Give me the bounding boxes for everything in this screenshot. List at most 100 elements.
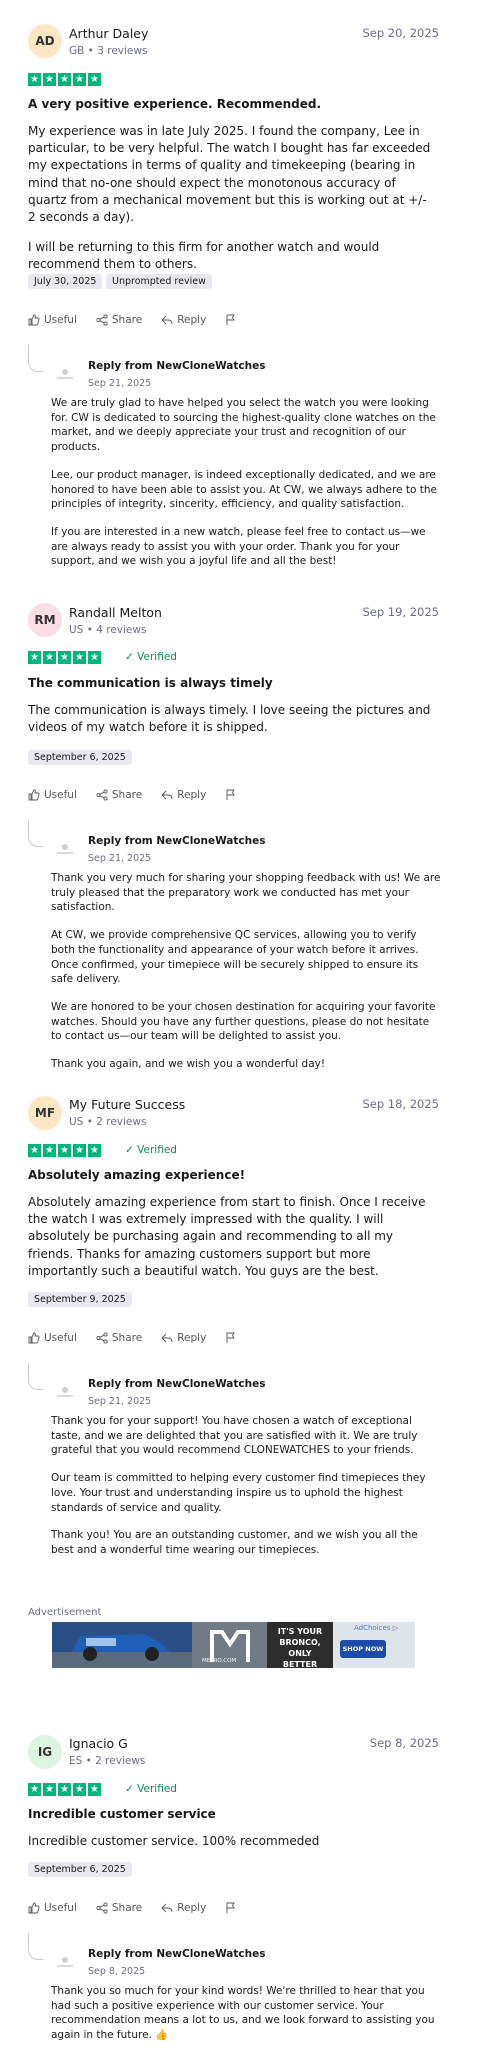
unprompted-review-badge[interactable]: Unprompted review [106, 274, 212, 289]
share-button[interactable]: Share [96, 1902, 142, 1914]
avatar[interactable]: AD [28, 24, 62, 58]
ad-headline: IT'S YOUR BRONCO, ONLY BETTER [270, 1626, 330, 1668]
useful-label: Useful [44, 1902, 77, 1914]
useful-label: Useful [44, 314, 77, 326]
reply-from-title: Reply from NewCloneWatches [88, 360, 266, 372]
verified-badge[interactable]: ✓ Verified [125, 1783, 177, 1795]
review-paragraph: My experience was in late July 2025. I f… [28, 124, 431, 225]
share-label: Share [111, 1332, 143, 1344]
reply-label: Reply [177, 1332, 207, 1344]
reply-connector [28, 1363, 43, 1390]
review-paragraph: The communication is always timely. I lo… [28, 703, 431, 735]
thumbs-up-icon [28, 789, 40, 801]
report-button[interactable] [225, 1902, 237, 1914]
date-of-experience-badge: September 6, 2025 [28, 1862, 132, 1877]
advertisement-banner[interactable]: IT'S YOUR BRONCO, ONLY BETTER METRO.COM … [52, 1622, 415, 1668]
reply-label: Reply [177, 789, 207, 801]
reply-connector [28, 820, 43, 847]
reply-paragraph: If you are interested in a new watch, pl… [51, 525, 426, 568]
review-actions: Useful Share Reply [28, 1332, 256, 1344]
reply-icon [161, 1333, 173, 1343]
share-label: Share [111, 314, 143, 326]
useful-button[interactable]: Useful [28, 1902, 77, 1914]
reply-from-title: Reply from NewCloneWatches [88, 835, 266, 847]
reply-body: We are truly glad to have helped you sel… [51, 396, 443, 569]
company-logo-icon [57, 1387, 73, 1397]
share-button[interactable]: Share [96, 314, 142, 326]
reply-icon [161, 1903, 173, 1913]
reply-date: Sep 21, 2025 [88, 853, 152, 864]
star-rating: ★ ★ ★ ★ ★ [28, 651, 101, 664]
ad-shop-now-button[interactable]: SHOP NOW [340, 1645, 386, 1653]
review-date: Sep 8, 2025 [369, 1736, 439, 1750]
useful-button[interactable]: Useful [28, 1332, 77, 1344]
share-button[interactable]: Share [96, 1332, 142, 1344]
reply-button[interactable]: Reply [161, 1332, 206, 1344]
reviewer-name[interactable]: Arthur Daley [69, 26, 148, 41]
avatar[interactable]: RM [28, 603, 62, 637]
star-rating: ★ ★ ★ ★ ★ [28, 73, 101, 86]
reply-button[interactable]: Reply [161, 1902, 206, 1914]
company-logo-icon [57, 369, 73, 379]
star-icon: ★ [58, 1783, 71, 1796]
review-title[interactable]: A very positive experience. Recommended. [28, 97, 321, 111]
useful-label: Useful [44, 789, 77, 801]
reply-date: Sep 8, 2025 [88, 1966, 146, 1977]
useful-button[interactable]: Useful [28, 314, 77, 326]
review-paragraph: Absolutely amazing experience from start… [28, 1195, 426, 1278]
date-of-experience-badge: July 30, 2025 [28, 274, 103, 289]
flag-icon [226, 1332, 236, 1343]
verified-badge[interactable]: ✓ Verified [125, 651, 177, 663]
reply-body: Thank you for your support! You have cho… [51, 1414, 443, 1558]
share-icon [96, 789, 108, 801]
useful-button[interactable]: Useful [28, 789, 77, 801]
reply-paragraph: Thank you again, and we wish you a wonde… [51, 1058, 326, 1071]
reply-body: Thank you so much for your kind words! W… [51, 1984, 443, 2043]
review-actions: Useful Share Reply [28, 314, 256, 326]
star-icon: ★ [28, 73, 41, 86]
reviewer-meta: US • 2 reviews [69, 1116, 147, 1128]
ad-headline-line: BRONCO, [279, 1638, 321, 1647]
share-button[interactable]: Share [96, 789, 142, 801]
review-title[interactable]: Incredible customer service [28, 1807, 216, 1821]
star-icon: ★ [88, 1783, 101, 1796]
star-rating: ★ ★ ★ ★ ★ [28, 1144, 101, 1157]
report-button[interactable] [225, 1332, 237, 1344]
avatar[interactable]: IG [28, 1735, 62, 1769]
review-title[interactable]: The communication is always timely [28, 676, 273, 690]
reviewer-meta: ES • 2 reviews [69, 1755, 146, 1767]
report-button[interactable] [225, 314, 237, 326]
flag-icon [226, 1902, 236, 1913]
reply-icon [161, 315, 173, 325]
ad-choices-label: AdChoices [354, 1624, 391, 1632]
share-icon [96, 314, 108, 326]
ad-headline-line: ONLY BETTER [282, 1649, 318, 1668]
report-button[interactable] [225, 789, 237, 801]
review-title[interactable]: Absolutely amazing experience! [28, 1168, 245, 1182]
star-rating: ★ ★ ★ ★ ★ [28, 1783, 101, 1796]
share-label: Share [111, 1902, 143, 1914]
reviewer-name[interactable]: Ignacio G [69, 1736, 128, 1751]
verified-badge[interactable]: ✓ Verified [125, 1144, 177, 1156]
reply-paragraph: At CW, we provide comprehensive QC servi… [51, 929, 419, 986]
reply-button[interactable]: Reply [161, 789, 206, 801]
share-label: Share [111, 789, 143, 801]
reply-paragraph: Lee, our product manager, is indeed exce… [51, 468, 437, 511]
reviewer-name[interactable]: Randall Melton [69, 605, 162, 620]
ad-choices[interactable]: AdChoices ▷ [354, 1624, 398, 1632]
avatar[interactable]: MF [28, 1096, 62, 1130]
reply-date: Sep 21, 2025 [88, 1396, 152, 1407]
ad-headline-line: IT'S YOUR [277, 1627, 323, 1636]
reply-body: Thank you very much for sharing your sho… [51, 871, 443, 1072]
reviewer-name[interactable]: My Future Success [69, 1097, 185, 1112]
company-logo-icon [57, 1957, 73, 1967]
reply-date: Sep 21, 2025 [88, 378, 152, 389]
verified-label: Verified [137, 1144, 177, 1156]
reply-button[interactable]: Reply [161, 314, 206, 326]
review-body: Absolutely amazing experience from start… [28, 1194, 438, 1280]
ad-choices-icon: ▷ [392, 1624, 399, 1632]
reply-paragraph: Thank you very much for sharing your sho… [51, 872, 441, 914]
reply-icon [161, 790, 173, 800]
review-body: My experience was in late July 2025. I f… [28, 123, 438, 274]
advertisement-label: Advertisement [28, 1607, 102, 1618]
